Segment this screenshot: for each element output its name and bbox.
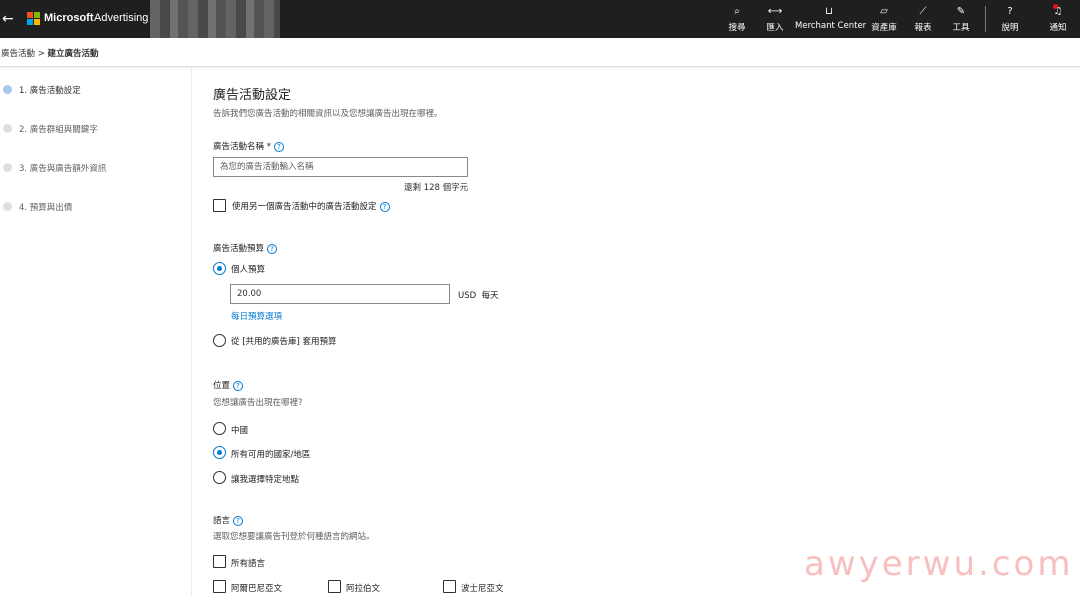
step-ad-groups-keywords[interactable]: 2. 廣告群組與關鍵字 (0, 121, 190, 137)
notification-badge (1053, 4, 1058, 9)
character-counter: 還剩 128 個字元 (404, 183, 469, 193)
individual-budget-radio[interactable] (213, 262, 226, 275)
language-arabic-checkbox[interactable] (328, 580, 341, 593)
all-languages-label: 所有語言 (231, 559, 266, 569)
location-specific-label: 讓我選擇特定地點 (231, 475, 300, 485)
help-icon[interactable]: ? (233, 515, 244, 526)
import-arrows-icon: ⟷ (767, 6, 783, 17)
nav-search[interactable]: ⌕ 搜尋 (724, 6, 750, 34)
wizard-steps: 1. 廣告活動設定 2. 廣告群組與關鍵字 3. 廣告與廣告額外資訊 4. 預算… (0, 68, 192, 596)
copy-settings-checkbox[interactable] (213, 199, 226, 212)
breadcrumb-separator: > (37, 49, 45, 59)
language-bosnian-checkbox[interactable] (443, 580, 456, 593)
step-campaign-settings[interactable]: 1. 廣告活動設定 (0, 82, 190, 98)
asset-library-icon: ▱ (880, 6, 888, 17)
location-specific-radio[interactable] (213, 471, 226, 484)
language-label: 語言? (213, 514, 244, 526)
campaign-name-input[interactable] (213, 157, 468, 177)
location-china-label: 中國 (231, 426, 249, 436)
wrench-icon: ✎ (956, 6, 966, 17)
page-title: 廣告活動設定 (213, 88, 292, 103)
language-question: 選取您想要讓廣告刊登於何種語言的網站。 (213, 532, 375, 542)
nav-merchant-center[interactable]: ⊔ Merchant Center (795, 6, 866, 34)
budget-period: 每天 (481, 291, 499, 301)
location-china-radio[interactable] (213, 422, 226, 435)
budget-currency: USD 每天 (458, 291, 499, 301)
brand-product: Advertising (94, 12, 149, 24)
nav-import[interactable]: ⟷ 匯入 (762, 6, 788, 34)
bell-icon: ♫ (1053, 4, 1063, 17)
breadcrumb-current: 建立廣告活動 (47, 49, 99, 59)
language-bosnian-label: 波士尼亞文 (461, 584, 504, 594)
nav-asset-library[interactable]: ▱ 資產庫 (869, 6, 899, 34)
microsoft-logo (27, 12, 40, 25)
nav-reports[interactable]: ⟋ 報表 (910, 6, 936, 34)
location-all-label: 所有可用的國家/地區 (231, 450, 311, 460)
cart-icon: ⊔ (825, 6, 833, 17)
daily-budget-options-link[interactable]: 每日預算選項 (231, 310, 282, 322)
step-ads-extensions[interactable]: 3. 廣告與廣告額外資訊 (0, 160, 190, 176)
language-albanian-label: 阿爾巴尼亞文 (231, 584, 283, 594)
location-all-radio[interactable] (213, 446, 226, 459)
breadcrumb-bar: 廣告活動 > 建立廣告活動 (0, 38, 1080, 67)
brand-name: Microsoft (44, 12, 94, 24)
shared-budget-radio[interactable] (213, 334, 226, 347)
search-icon: ⌕ (734, 6, 740, 17)
help-icon[interactable]: ? (273, 141, 284, 152)
top-bar: ← Microsoft Advertising ⌕ 搜尋 ⟷ 匯入 ⊔ Merc… (0, 0, 1080, 45)
help-icon[interactable]: ? (233, 380, 244, 391)
help-icon[interactable]: ? (379, 201, 390, 212)
budget-amount-input[interactable] (230, 284, 450, 304)
language-albanian-checkbox[interactable] (213, 580, 226, 593)
breadcrumb: 廣告活動 > 建立廣告活動 (1, 47, 99, 59)
arrow-left-icon[interactable]: ← (2, 9, 18, 29)
help-icon[interactable]: ? (267, 243, 278, 254)
nav-divider (985, 6, 986, 32)
nav-notifications[interactable]: ♫ 通知 (1045, 4, 1071, 34)
breadcrumb-parent[interactable]: 廣告活動 (1, 49, 35, 59)
watermark: awyerwu.com (804, 544, 1074, 584)
campaign-settings-form: 廣告活動設定 告訴我們您廣告活動的相關資訊以及您想讓廣告出現在哪裡。 廣告活動名… (192, 68, 1080, 596)
step-indicator-icon (3, 163, 12, 172)
language-arabic-label: 阿拉伯文 (346, 584, 381, 594)
location-label: 位置? (213, 379, 244, 391)
nav-help[interactable]: ? 說明 (997, 6, 1023, 34)
nav-tools[interactable]: ✎ 工具 (948, 6, 974, 34)
location-question: 您想讓廣告出現在哪裡? (213, 398, 303, 408)
step-indicator-icon (3, 124, 12, 133)
shared-budget-label: 從 [共用的廣告庫] 套用預算 (231, 337, 337, 347)
page-subtitle: 告訴我們您廣告活動的相關資訊以及您想讓廣告出現在哪裡。 (213, 109, 443, 119)
all-languages-checkbox[interactable] (213, 555, 226, 568)
step-indicator-icon (3, 202, 12, 211)
step-indicator-icon (3, 85, 12, 94)
campaign-name-label: 廣告活動名稱 *? (213, 140, 284, 152)
step-budget-bidding[interactable]: 4. 預算與出價 (0, 199, 190, 215)
help-question-icon: ? (1007, 6, 1013, 17)
report-chart-icon: ⟋ (919, 6, 927, 17)
individual-budget-label: 個人預算 (231, 265, 266, 275)
copy-settings-label: 使用另一個廣告活動中的廣告活動設定? (232, 200, 390, 212)
budget-label: 廣告活動預算? (213, 242, 278, 254)
